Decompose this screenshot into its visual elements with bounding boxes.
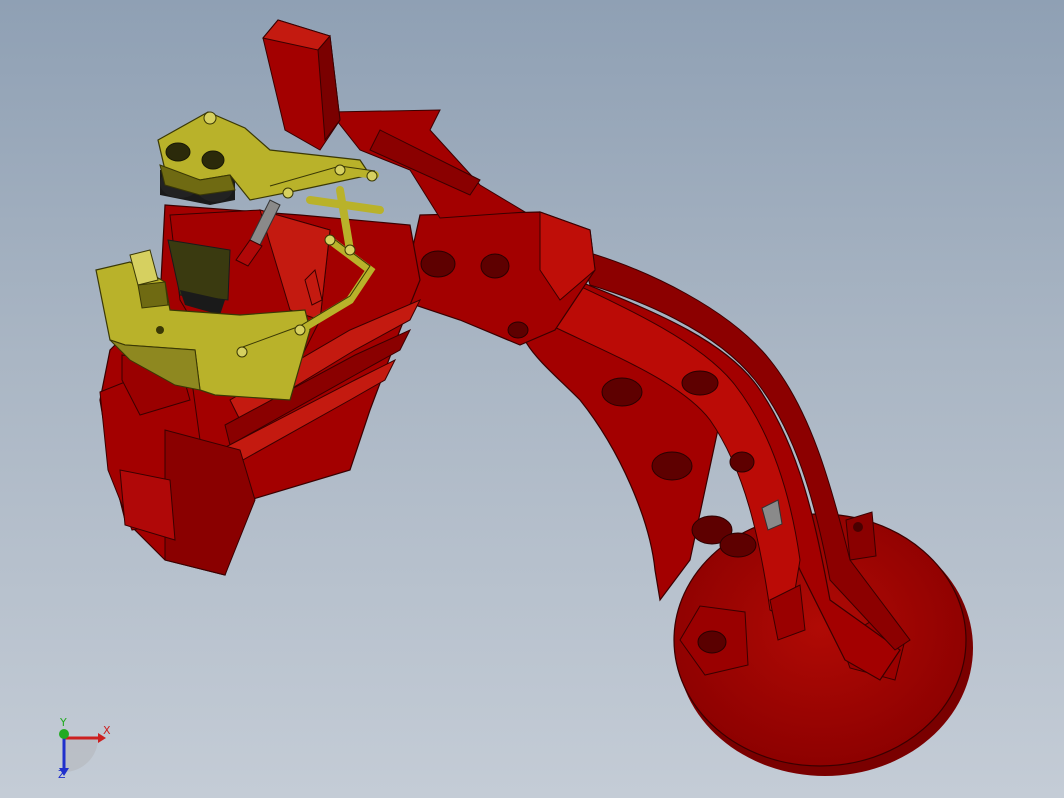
z-axis-label: Z bbox=[58, 768, 66, 781]
base-bolt-boss bbox=[845, 511, 877, 561]
x-axis-label: X bbox=[103, 724, 111, 737]
triad-origin-arc bbox=[64, 738, 98, 772]
y-axis-label: Y bbox=[59, 716, 67, 729]
3d-viewport[interactable]: X Y Z bbox=[0, 0, 1064, 798]
coordinate-triad: X Y Z bbox=[58, 716, 111, 781]
y-axis-marker bbox=[59, 729, 69, 739]
wrist-post bbox=[262, 19, 341, 151]
